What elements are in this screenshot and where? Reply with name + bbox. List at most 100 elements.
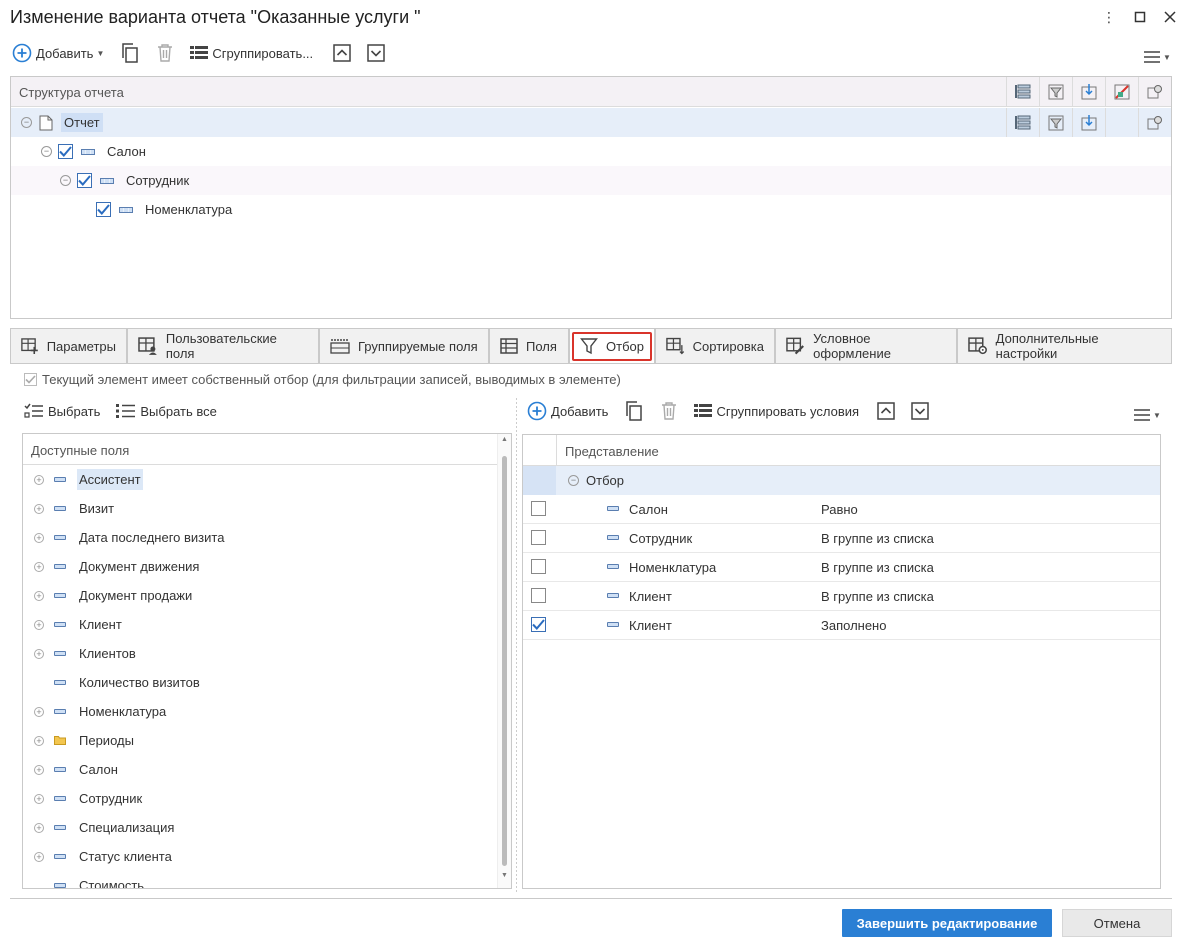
tab-fields[interactable]: Поля — [489, 328, 569, 363]
structure-node-report[interactable]: − Отчет — [11, 108, 1171, 137]
panel-splitter[interactable] — [516, 398, 517, 893]
available-field-item[interactable]: + Клиент — [23, 610, 499, 639]
structure-node-employee[interactable]: − Сотрудник — [11, 166, 1171, 195]
expand-icon[interactable]: + — [34, 851, 44, 862]
available-field-item[interactable]: + Периоды — [23, 726, 499, 755]
filter-row-checkbox[interactable] — [531, 559, 546, 574]
group-conditions-button[interactable]: Сгруппировать условия — [690, 398, 863, 424]
collapse-icon[interactable]: − — [41, 146, 52, 157]
delete-button[interactable] — [152, 40, 178, 66]
available-field-item[interactable]: + Дата последнего визита — [23, 523, 499, 552]
filter-root-row[interactable]: − Отбор — [523, 466, 1160, 495]
node-settings-icon[interactable] — [1138, 108, 1171, 137]
node-checkbox[interactable] — [58, 144, 73, 159]
filter-row-checkbox[interactable] — [531, 617, 546, 632]
filter-more-menu-button[interactable]: ▼ — [1130, 402, 1165, 428]
available-field-item[interactable]: + Клиентов — [23, 639, 499, 668]
structure-col-grouping[interactable] — [1006, 77, 1039, 106]
structure-col-conditional[interactable] — [1105, 77, 1138, 106]
filter-row[interactable]: Салон Равно — [523, 495, 1160, 524]
tab-additional-settings[interactable]: Дополнительные настройки — [957, 328, 1172, 363]
collapse-icon[interactable]: − — [568, 475, 579, 486]
expand-icon[interactable]: + — [34, 532, 44, 543]
node-checkbox[interactable] — [96, 202, 111, 217]
move-down-button[interactable] — [363, 40, 389, 66]
filter-row-checkbox[interactable] — [531, 501, 546, 516]
expand-icon[interactable]: + — [34, 503, 44, 514]
collapse-icon[interactable]: − — [60, 175, 71, 186]
filter-copy-button[interactable] — [620, 398, 648, 424]
available-field-item[interactable]: Количество визитов — [23, 668, 499, 697]
filter-row[interactable]: Клиент В группе из списка — [523, 582, 1160, 611]
more-vertical-icon[interactable]: ⋮ — [1100, 8, 1118, 26]
expand-icon[interactable]: + — [34, 590, 44, 601]
expand-icon[interactable]: + — [34, 764, 44, 775]
more-menu-button[interactable]: ▼ — [1140, 44, 1175, 70]
structure-col-fields[interactable] — [1072, 77, 1105, 106]
tab-user-fields[interactable]: Пользовательские поля — [127, 328, 319, 363]
own-filter-checkbox[interactable] — [24, 373, 37, 386]
filter-move-down-button[interactable] — [907, 398, 933, 424]
node-checkbox[interactable] — [77, 173, 92, 188]
filter-condition-label[interactable]: В группе из списка — [821, 560, 934, 575]
copy-button[interactable] — [116, 40, 144, 66]
available-field-item[interactable]: + Номенклатура — [23, 697, 499, 726]
tab-grouped-fields[interactable]: Группируемые поля — [319, 328, 489, 363]
filter-condition-label[interactable]: Равно — [821, 502, 858, 517]
available-field-item[interactable]: + Специализация — [23, 813, 499, 842]
structure-node-salon[interactable]: − Салон — [11, 137, 1171, 166]
node-fields-icon[interactable] — [1072, 108, 1105, 137]
available-fields-scrollbar[interactable]: ▲ ▼ — [497, 434, 511, 888]
available-field-item[interactable]: + Салон — [23, 755, 499, 784]
expand-icon[interactable]: + — [34, 619, 44, 630]
tab-conditional-format[interactable]: Условное оформление — [775, 328, 957, 363]
expand-icon[interactable]: + — [34, 648, 44, 659]
filter-condition-label[interactable]: В группе из списка — [821, 589, 934, 604]
expand-icon[interactable]: + — [34, 561, 44, 572]
filter-move-up-button[interactable] — [873, 398, 899, 424]
group-button[interactable]: Сгруппировать... — [186, 40, 317, 66]
select-all-button[interactable]: Выбрать все — [112, 398, 220, 424]
available-field-item[interactable]: + Документ продажи — [23, 581, 499, 610]
node-grouping-icon[interactable] — [1006, 108, 1039, 137]
filter-condition-label[interactable]: В группе из списка — [821, 531, 934, 546]
available-field-item[interactable]: + Ассистент — [23, 465, 499, 494]
available-field-item[interactable]: + Статус клиента — [23, 842, 499, 871]
filter-row[interactable]: Сотрудник В группе из списка — [523, 524, 1160, 553]
finish-editing-button[interactable]: Завершить редактирование — [842, 909, 1052, 937]
available-field-item[interactable]: + Документ движения — [23, 552, 499, 581]
available-field-item[interactable]: Стоимость — [23, 871, 499, 888]
filter-add-button[interactable]: Добавить — [523, 398, 612, 424]
add-button[interactable]: Добавить ▼ — [8, 40, 108, 66]
filter-delete-button[interactable] — [656, 398, 682, 424]
tab-filter[interactable]: Отбор — [569, 328, 655, 363]
move-up-button[interactable] — [329, 40, 355, 66]
filter-row[interactable]: Клиент Заполнено — [523, 611, 1160, 640]
filter-condition-label[interactable]: Заполнено — [821, 618, 886, 633]
scroll-up-icon[interactable]: ▲ — [501, 436, 508, 443]
scrollbar-thumb[interactable] — [502, 456, 507, 866]
available-field-item[interactable]: + Сотрудник — [23, 784, 499, 813]
node-filter-icon[interactable] — [1039, 108, 1072, 137]
close-icon[interactable] — [1161, 8, 1179, 26]
select-button[interactable]: Выбрать — [20, 398, 104, 424]
collapse-icon[interactable]: − — [21, 117, 32, 128]
filter-row[interactable]: Номенклатура В группе из списка — [523, 553, 1160, 582]
filter-row-checkbox[interactable] — [531, 588, 546, 603]
expand-icon[interactable]: + — [34, 793, 44, 804]
expand-icon[interactable]: + — [34, 822, 44, 833]
tab-parameters[interactable]: Параметры — [10, 328, 127, 363]
cancel-button[interactable]: Отмена — [1062, 909, 1172, 937]
expand-icon[interactable]: + — [34, 474, 44, 485]
structure-col-filter[interactable] — [1039, 77, 1072, 106]
structure-node-nomenclature[interactable]: Номенклатура — [11, 195, 1171, 224]
filter-row-checkbox[interactable] — [531, 530, 546, 545]
tab-sort[interactable]: Сортировка — [655, 328, 775, 363]
maximize-icon[interactable] — [1131, 8, 1149, 26]
structure-col-settings[interactable] — [1138, 77, 1171, 106]
available-field-item[interactable]: + Визит — [23, 494, 499, 523]
expand-icon[interactable]: + — [34, 735, 44, 746]
expand-icon[interactable]: + — [34, 706, 44, 717]
own-filter-option[interactable]: Текущий элемент имеет собственный отбор … — [24, 372, 621, 387]
scroll-down-icon[interactable]: ▼ — [501, 872, 508, 879]
